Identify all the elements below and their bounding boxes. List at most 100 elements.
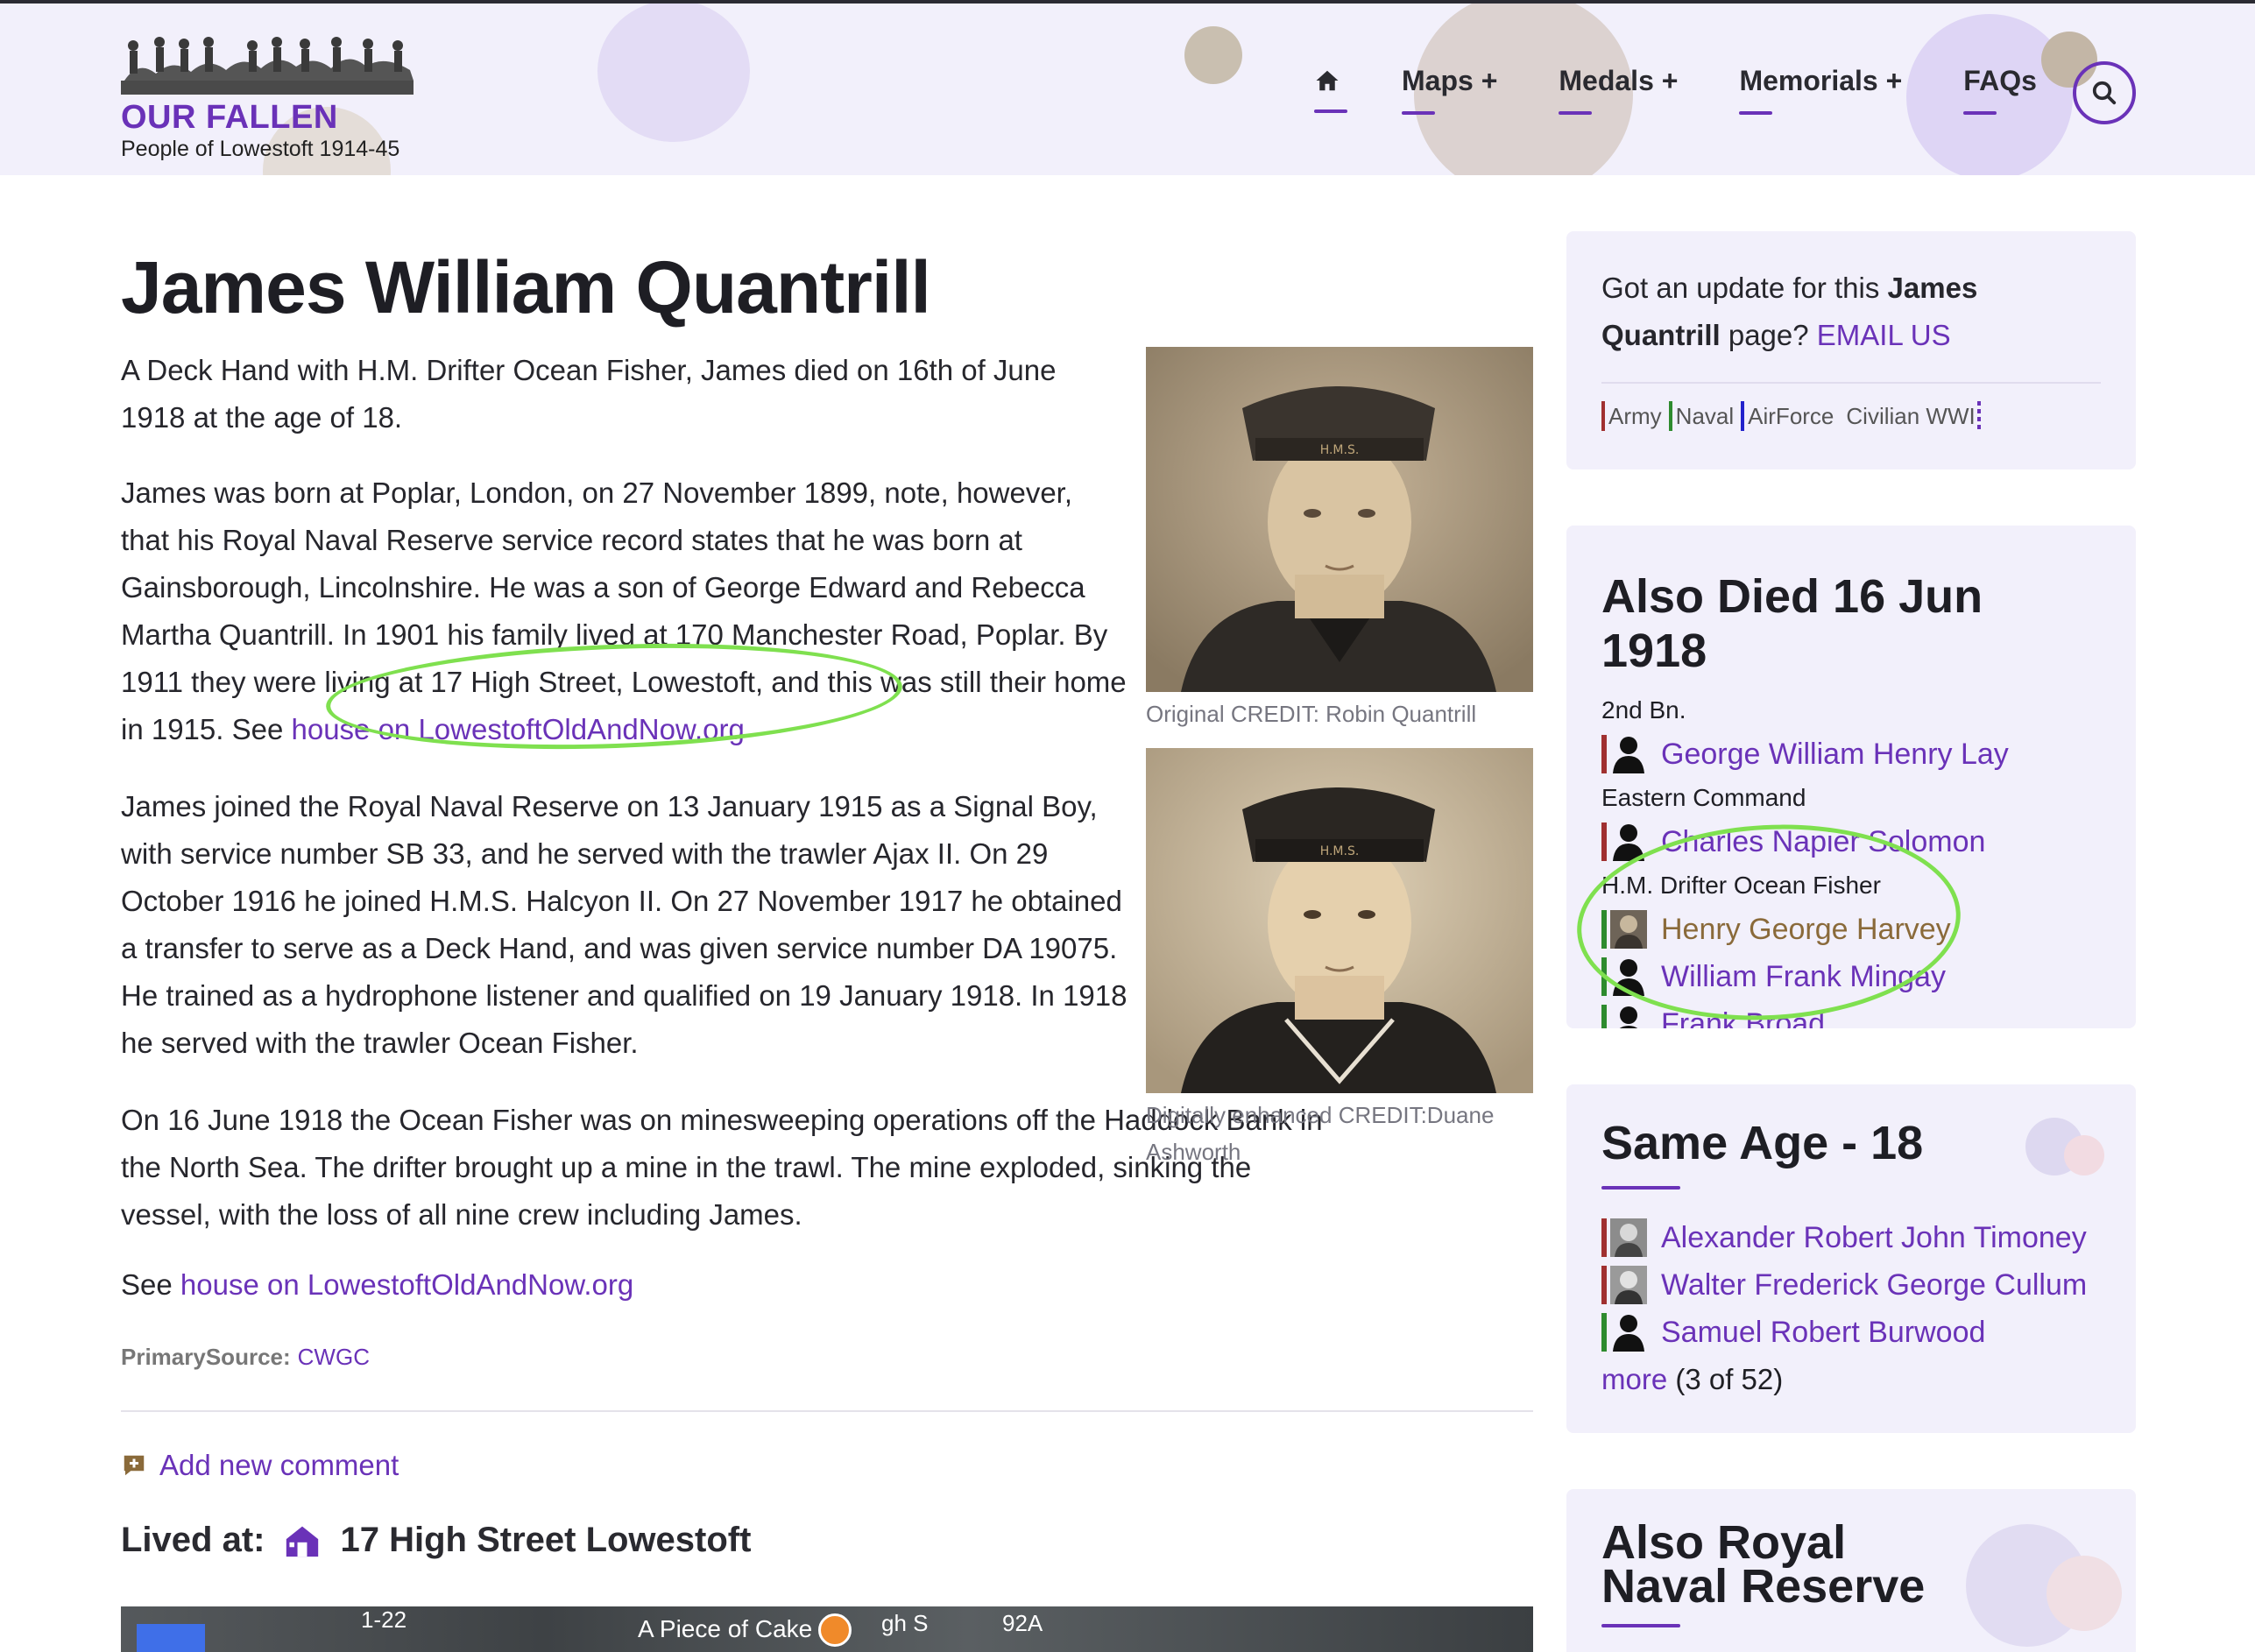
svg-text:H.M.S.: H.M.S. (1320, 443, 1360, 457)
nav-medals[interactable]: Medals + (1559, 65, 1678, 115)
decor-bubble (2046, 1556, 2122, 1631)
main-nav: Maps + Medals + Memorials + FAQs (1314, 65, 2098, 115)
service-legend: Army Naval AirForce Civilian WWI (1601, 401, 2101, 431)
photo-original[interactable]: H.M.S. Original CREDIT: Robin Quantrill (1146, 347, 1533, 732)
same-age-list: Alexander Robert John Timoney Walter Fre… (1601, 1214, 2101, 1403)
portrait-photo[interactable]: H.M.S. (1146, 347, 1533, 692)
site-subtitle: People of Lowestoft 1914-45 (121, 137, 400, 161)
person-link[interactable]: George William Henry Lay (1661, 738, 2009, 772)
more-link[interactable]: more (1601, 1363, 1667, 1395)
map-control[interactable] (137, 1624, 205, 1652)
lived-at: Lived at: 17 High Street Lowestoft (121, 1521, 751, 1560)
update-text-2: page? (1720, 319, 1817, 351)
home-icon (1316, 70, 1339, 90)
army-marker (1601, 735, 1607, 773)
decor-bubble (1184, 26, 1242, 84)
svg-text:H.M.S.: H.M.S. (1320, 844, 1360, 858)
house-icon (286, 1526, 319, 1557)
source-link[interactable]: CWGC (298, 1344, 370, 1370)
comment-add-icon (124, 1455, 145, 1476)
also-died-title: Also Died 16 Jun 1918 (1601, 570, 1983, 677)
map-place-label: A Piece of Cake (638, 1615, 813, 1642)
page-title: James William Quantrill (121, 246, 931, 328)
location-map[interactable]: 1-22 A Piece of Cake gh S 92A (121, 1606, 1533, 1652)
legend-army: Army (1601, 401, 1662, 431)
legend-airforce-label: AirForce (1748, 402, 1834, 429)
also-rnr-card: Also Royal Naval Reserve (1566, 1489, 2136, 1652)
sailor-portrait-image: H.M.S. (1146, 347, 1533, 692)
person-row[interactable]: George William Henry Lay (1601, 731, 2101, 778)
legend-bar (1601, 401, 1605, 431)
legend-army-label: Army (1608, 402, 1662, 429)
sailor-portrait-enhanced-image: H.M.S. (1146, 748, 1533, 1093)
decor-bubble (597, 4, 750, 142)
nav-medals-label[interactable]: Medals + (1559, 65, 1678, 97)
primary-source: PrimarySource: CWGC (121, 1344, 370, 1371)
nav-maps-label[interactable]: Maps + (1402, 65, 1497, 97)
portrait-photo-enhanced[interactable]: H.M.S. (1146, 748, 1533, 1093)
legend-civilian: Civilian WWI (1841, 401, 1983, 431)
legend-bar (1976, 401, 1981, 431)
nav-maps[interactable]: Maps + (1402, 65, 1497, 115)
person-silhouette-icon (1610, 1005, 1647, 1028)
unit-label: 2nd Bn. (1601, 696, 1686, 724)
nav-memorials-label[interactable]: Memorials + (1739, 65, 1902, 97)
see-text: See (121, 1268, 180, 1301)
army-marker (1601, 1218, 1607, 1257)
person-photo-icon (1610, 1218, 1647, 1257)
photo-enhanced[interactable]: H.M.S. Digitally enhanced CREDIT:Duane A… (1146, 748, 1533, 1170)
update-text: Got an update for this James Quantrill p… (1601, 265, 2101, 359)
search-icon (2092, 81, 2117, 105)
soldiers-silhouette-logo (121, 37, 414, 95)
legend-bar (1668, 401, 1672, 431)
nav-home[interactable] (1314, 67, 1347, 113)
nav-faqs-label[interactable]: FAQs (1963, 65, 2037, 97)
person-link[interactable]: Alexander Robert John Timoney (1661, 1221, 2087, 1255)
restaurant-marker-icon[interactable] (818, 1613, 852, 1647)
person-row[interactable]: Samuel Robert Burwood (1601, 1309, 2101, 1356)
also-rnr-title: Also Royal Naval Reserve (1601, 1516, 1926, 1613)
same-age-title: Same Age - 18 (1601, 1117, 1924, 1169)
photo-caption: Original CREDIT: Robin Quantrill (1146, 701, 1477, 727)
unit-label: Eastern Command (1601, 784, 1806, 811)
nav-memorials[interactable]: Memorials + (1739, 65, 1902, 115)
lived-label: Lived at: (121, 1521, 265, 1559)
nav-underline (1402, 111, 1435, 115)
update-card: Got an update for this James Quantrill p… (1566, 231, 2136, 469)
legend-airforce: AirForce (1741, 401, 1834, 431)
naval-marker (1601, 1313, 1607, 1352)
nav-faqs[interactable]: FAQs (1963, 65, 2037, 115)
email-us-link[interactable]: EMAIL US (1817, 319, 1951, 351)
divider (121, 1410, 1533, 1412)
site-logo[interactable]: OUR FALLEN People of Lowestoft 1914-45 (121, 33, 414, 162)
service-paragraph: James joined the Royal Naval Reserve on … (121, 790, 1128, 1059)
see-paragraph: See house on LowestoftOldAndNow.org (121, 1261, 1128, 1309)
person-link[interactable]: Walter Frederick George Cullum (1661, 1268, 2087, 1303)
search-button[interactable] (2073, 61, 2136, 124)
map-num-label: 92A (1002, 1610, 1043, 1636)
intro-paragraph: A Deck Hand with H.M. Drifter Ocean Fish… (121, 354, 1057, 434)
house-link-2[interactable]: house on LowestoftOldAndNow.org (180, 1268, 633, 1301)
same-age-card: Same Age - 18 Alexander Robert John Timo… (1566, 1084, 2136, 1433)
source-label: PrimarySource: (121, 1344, 291, 1370)
person-row[interactable]: Alexander Robert John Timoney (1601, 1214, 2101, 1261)
legend-civilian-label: Civilian WWI (1846, 402, 1976, 429)
person-silhouette-icon (1610, 1313, 1647, 1352)
map-road-label: 1-22 (361, 1606, 407, 1633)
add-comment[interactable]: Add new comment (121, 1449, 399, 1482)
add-comment-link[interactable]: Add new comment (159, 1449, 399, 1482)
person-row[interactable]: Walter Frederick George Cullum (1601, 1261, 2101, 1309)
person-link[interactable]: Samuel Robert Burwood (1661, 1316, 1985, 1350)
more-count: (3 of 52) (1675, 1363, 1784, 1395)
army-marker (1601, 822, 1607, 861)
map-street-label: gh S (881, 1610, 929, 1636)
naval-marker (1601, 1005, 1607, 1028)
card-divider (1601, 382, 2101, 384)
more-row: more (3 of 52) (1601, 1356, 2101, 1403)
lived-address: 17 High Street Lowestoft (340, 1521, 752, 1559)
person-silhouette-icon (1610, 735, 1647, 773)
legend-naval: Naval (1668, 401, 1734, 431)
site-title[interactable]: OUR FALLEN (121, 99, 414, 137)
nav-underline (1559, 111, 1593, 115)
update-text-1: Got an update for this (1601, 272, 1888, 304)
